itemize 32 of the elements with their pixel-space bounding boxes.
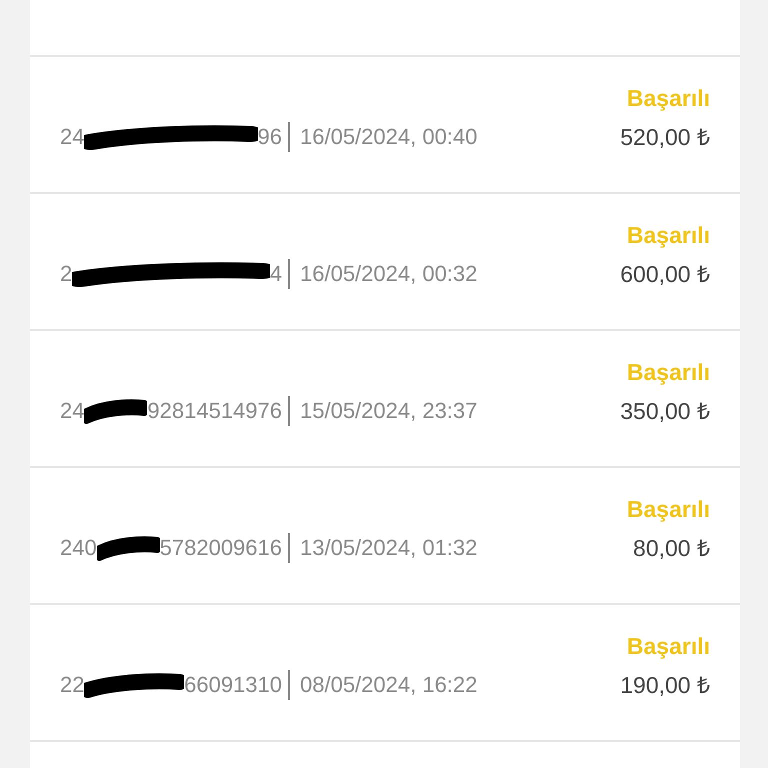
status-label: Başarılı <box>626 359 710 386</box>
transaction-row[interactable]: 240 5782009616 13/05/2024, 01:32 Başarılı 80,00 ₺ <box>30 468 740 605</box>
transaction-amount: 190,00 ₺ <box>620 671 710 700</box>
transaction-id-start: 240 <box>60 535 97 561</box>
status-label: Başarılı <box>626 222 710 249</box>
transaction-id-start: 24 <box>60 398 84 424</box>
transaction-date: 15/05/2024, 23:37 <box>300 398 478 424</box>
transaction-row[interactable]: 24 96 16/05/2024, 00:40 Başarılı 520,00 ₺ <box>30 57 740 194</box>
transaction-id-end: 66091310 <box>184 672 282 698</box>
transaction-id-end: 4 <box>270 261 282 287</box>
transaction-id-start: 22 <box>60 672 84 698</box>
transaction-amount: 80,00 ₺ <box>633 534 710 563</box>
transaction-id-start: 24 <box>60 124 84 150</box>
transaction-id-end: 92814514976 <box>147 398 282 424</box>
redaction-scribble <box>96 533 160 563</box>
transaction-date: 08/05/2024, 16:22 <box>300 672 478 698</box>
transaction-amount: 600,00 ₺ <box>620 260 710 289</box>
transaction-row[interactable]: 24 92814514976 15/05/2024, 23:37 Başarılı 350,00 ₺ <box>30 331 740 468</box>
status-label: Başarılı <box>626 633 710 660</box>
transaction-id-end: 5782009616 <box>160 535 282 561</box>
transaction-date: 16/05/2024, 00:40 <box>300 124 478 150</box>
redaction-scribble <box>84 396 148 426</box>
transaction-id-end: 96 <box>258 124 282 150</box>
status-label: Başarılı <box>626 496 710 523</box>
transaction-amount: 350,00 ₺ <box>620 397 710 426</box>
transaction-amount: 520,00 ₺ <box>620 123 710 152</box>
transaction-date: 16/05/2024, 00:32 <box>300 261 478 287</box>
transaction-id-start: 2 <box>60 261 72 287</box>
status-label: Başarılı <box>626 85 710 112</box>
transaction-row[interactable]: 2 4 16/05/2024, 00:32 Başarılı 600,00 ₺ <box>30 194 740 331</box>
transaction-row[interactable]: 22 66091310 08/05/2024, 16:22 Başarılı 190,00 ₺ <box>30 605 740 742</box>
transaction-date: 13/05/2024, 01:32 <box>300 535 478 561</box>
